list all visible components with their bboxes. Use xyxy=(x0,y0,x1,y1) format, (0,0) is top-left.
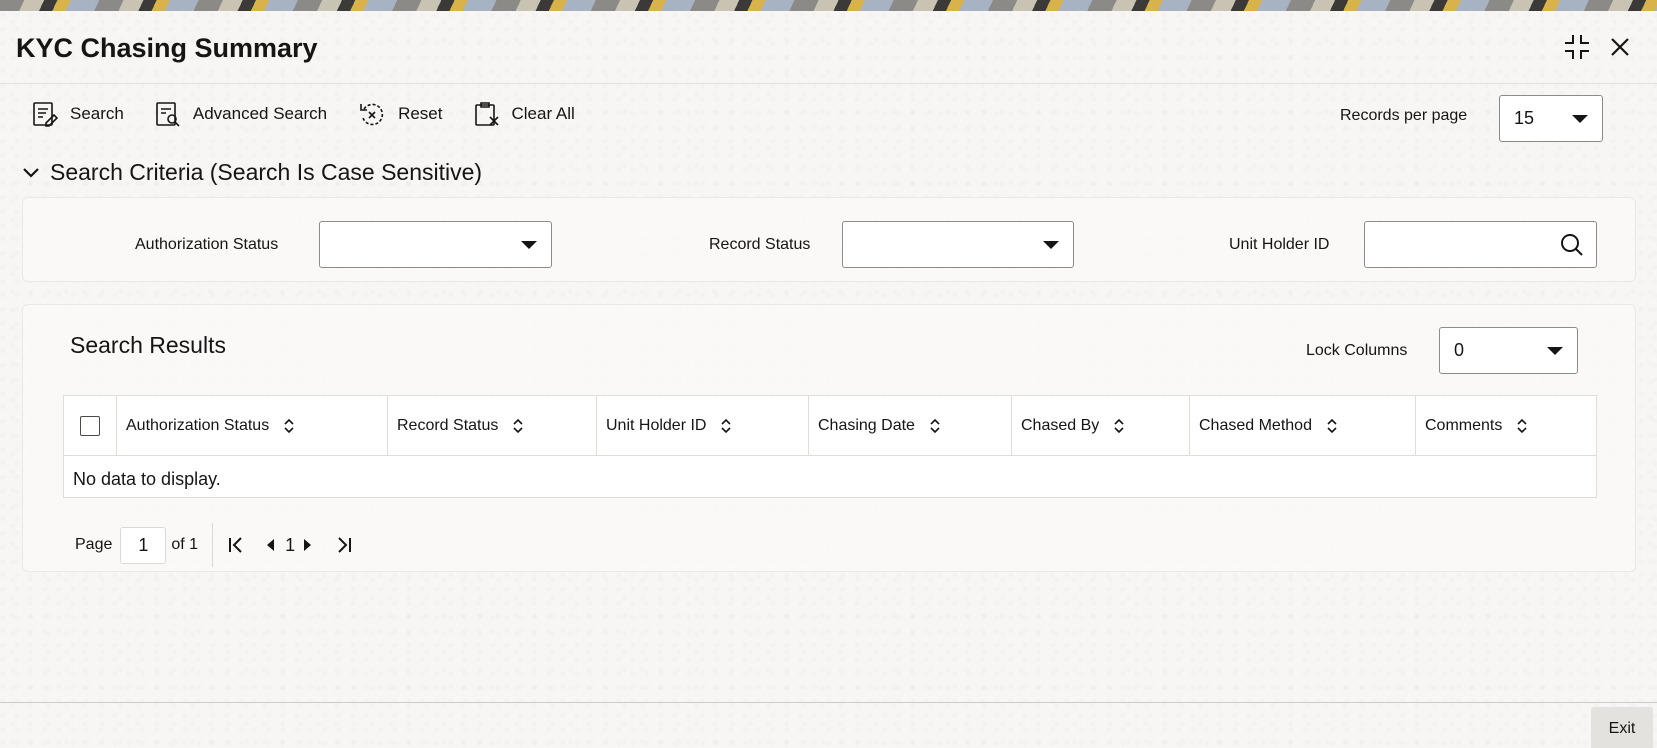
chevron-down-icon xyxy=(1547,346,1563,355)
page-number-link[interactable]: 1 xyxy=(285,535,295,556)
title-divider xyxy=(0,83,1657,84)
sort-icon xyxy=(720,418,732,434)
unit-holder-id-input[interactable] xyxy=(1364,221,1597,268)
search-criteria-toggle[interactable]: Search Criteria (Search Is Case Sensitiv… xyxy=(22,159,482,186)
first-page-button[interactable] xyxy=(227,536,245,554)
column-header-comments[interactable]: Comments xyxy=(1416,396,1598,455)
last-page-button[interactable] xyxy=(335,536,353,554)
reset-button-label: Reset xyxy=(398,104,443,123)
page-label: Page xyxy=(75,536,113,553)
empty-table-message: No data to display. xyxy=(73,469,221,489)
exit-button[interactable]: Exit xyxy=(1591,707,1653,748)
chevron-down-icon xyxy=(23,167,39,178)
search-results-panel: Search Results Lock Columns 0 Authorizat… xyxy=(22,304,1636,572)
record-status-select[interactable] xyxy=(842,221,1074,268)
sort-icon xyxy=(1113,418,1125,434)
search-criteria-heading: Search Criteria (Search Is Case Sensitiv… xyxy=(50,159,483,185)
column-header-chased-by[interactable]: Chased By xyxy=(1012,396,1190,455)
chevron-down-icon xyxy=(1043,240,1059,249)
close-button[interactable] xyxy=(1604,31,1636,63)
search-criteria-panel: Authorization Status Record Status Unit … xyxy=(22,197,1636,282)
lock-columns-select[interactable]: 0 xyxy=(1439,327,1578,374)
sort-icon xyxy=(929,418,941,434)
last-page-icon xyxy=(338,537,352,553)
column-header-unit-holder-id[interactable]: Unit Holder ID xyxy=(597,396,809,455)
clear-all-button-label: Clear All xyxy=(511,104,575,123)
reset-button[interactable]: Reset xyxy=(358,101,443,127)
kyc-chasing-summary-window: KYC Chasing Summary Search Advanced Sear… xyxy=(0,11,1657,748)
reset-icon xyxy=(360,103,384,126)
previous-page-button[interactable] xyxy=(265,538,275,552)
sort-icon xyxy=(1326,418,1338,434)
pagination: Page 1 of 1 1 xyxy=(75,523,353,567)
caret-right-icon xyxy=(304,539,312,551)
table-header: Authorization Status Record Status Unit … xyxy=(64,396,1596,456)
compress-icon xyxy=(1565,35,1589,59)
sort-icon xyxy=(283,418,295,434)
background-banner xyxy=(0,0,1657,11)
advanced-search-icon xyxy=(156,102,180,127)
search-icon[interactable] xyxy=(1560,233,1584,257)
first-page-icon xyxy=(229,537,242,553)
lock-columns-label: Lock Columns xyxy=(1306,342,1408,359)
page-number-input[interactable]: 1 xyxy=(120,526,167,564)
results-table: Authorization Status Record Status Unit … xyxy=(63,395,1597,498)
page-title: KYC Chasing Summary xyxy=(16,33,318,63)
record-status-label: Record Status xyxy=(709,236,811,253)
search-button[interactable]: Search xyxy=(32,101,124,127)
records-per-page-select[interactable]: 15 xyxy=(1499,95,1603,142)
caret-left-icon xyxy=(267,539,275,551)
close-icon xyxy=(1611,38,1629,56)
unit-holder-id-label: Unit Holder ID xyxy=(1229,236,1330,253)
lock-columns-value: 0 xyxy=(1454,340,1465,360)
column-header-chasing-date[interactable]: Chasing Date xyxy=(809,396,1012,455)
chevron-down-icon xyxy=(521,240,537,249)
sort-icon xyxy=(512,418,524,434)
column-header-authorization-status[interactable]: Authorization Status xyxy=(117,396,388,455)
column-header-record-status[interactable]: Record Status xyxy=(388,396,597,455)
select-all-checkbox[interactable] xyxy=(80,415,100,436)
chevron-down-icon xyxy=(1572,114,1588,123)
toolbar: Search Advanced Search Reset Clear All xyxy=(32,101,606,127)
column-header-chased-method[interactable]: Chased Method xyxy=(1190,396,1416,455)
footer-divider xyxy=(0,702,1657,703)
clear-all-icon xyxy=(474,102,499,126)
sort-icon xyxy=(1516,418,1528,434)
page-count-label: of 1 xyxy=(171,536,199,553)
next-page-button[interactable] xyxy=(303,538,313,552)
search-form-icon xyxy=(33,102,58,127)
authorization-status-label: Authorization Status xyxy=(135,236,279,253)
authorization-status-select[interactable] xyxy=(319,221,552,268)
search-button-label: Search xyxy=(70,104,124,123)
records-per-page-value: 15 xyxy=(1514,108,1535,128)
search-results-title: Search Results xyxy=(70,332,226,358)
advanced-search-button-label: Advanced Search xyxy=(192,104,328,123)
maximize-button[interactable] xyxy=(1561,31,1593,63)
clear-all-button[interactable]: Clear All xyxy=(474,101,575,127)
advanced-search-button[interactable]: Advanced Search xyxy=(155,101,327,127)
records-per-page-label: Records per page xyxy=(1340,107,1468,124)
select-all-cell xyxy=(64,396,117,455)
pagination-divider xyxy=(212,523,214,567)
